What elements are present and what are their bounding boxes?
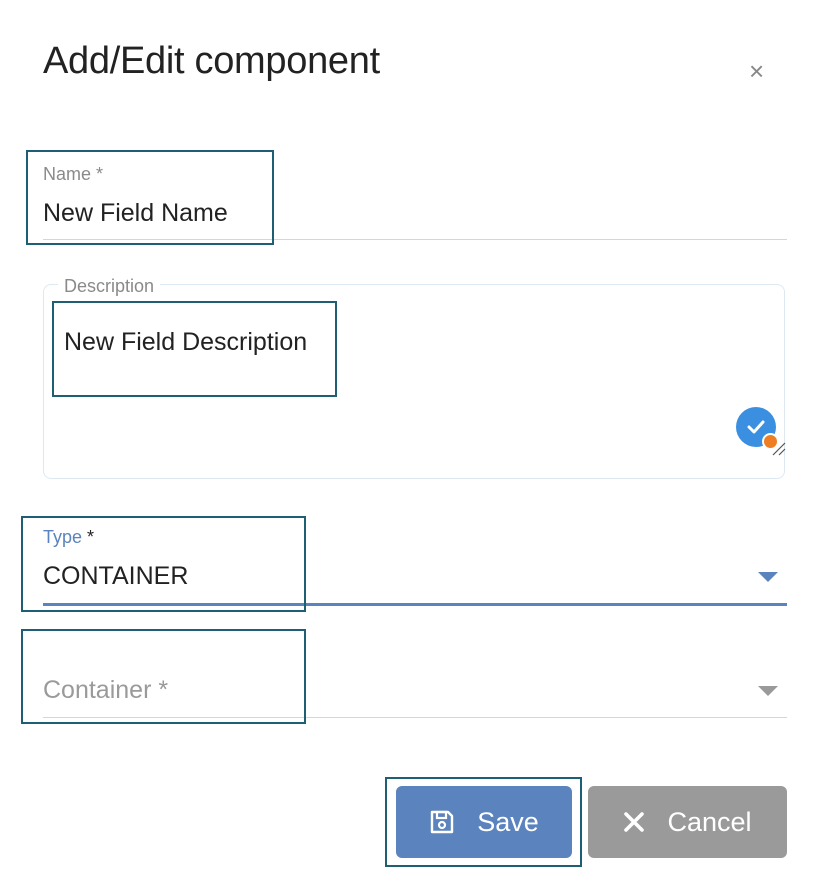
dialog-title: Add/Edit component xyxy=(43,40,380,82)
name-value[interactable]: New Field Name xyxy=(43,199,228,228)
chevron-down-icon[interactable] xyxy=(758,686,778,696)
resize-grip-icon[interactable] xyxy=(770,440,786,456)
type-underline-active xyxy=(43,603,787,606)
save-button[interactable]: Save xyxy=(396,786,572,858)
cancel-button[interactable]: Cancel xyxy=(588,786,787,858)
description-textarea[interactable] xyxy=(43,284,785,479)
type-label: Type * xyxy=(43,527,94,548)
chevron-down-icon[interactable] xyxy=(758,572,778,582)
cancel-button-label: Cancel xyxy=(667,806,752,837)
save-button-label: Save xyxy=(477,806,539,837)
type-required-mark: * xyxy=(87,527,95,547)
container-underline xyxy=(43,717,787,718)
container-placeholder: Container * xyxy=(43,676,169,704)
description-value[interactable]: New Field Description xyxy=(64,328,307,357)
name-underline xyxy=(43,239,787,240)
type-label-text: Type xyxy=(43,527,83,547)
type-value: CONTAINER xyxy=(43,562,189,590)
x-icon xyxy=(624,812,645,832)
name-label: Name * xyxy=(43,164,104,184)
save-disk-icon xyxy=(431,810,454,834)
close-icon[interactable]: × xyxy=(749,58,764,84)
description-label: Description xyxy=(58,276,161,297)
